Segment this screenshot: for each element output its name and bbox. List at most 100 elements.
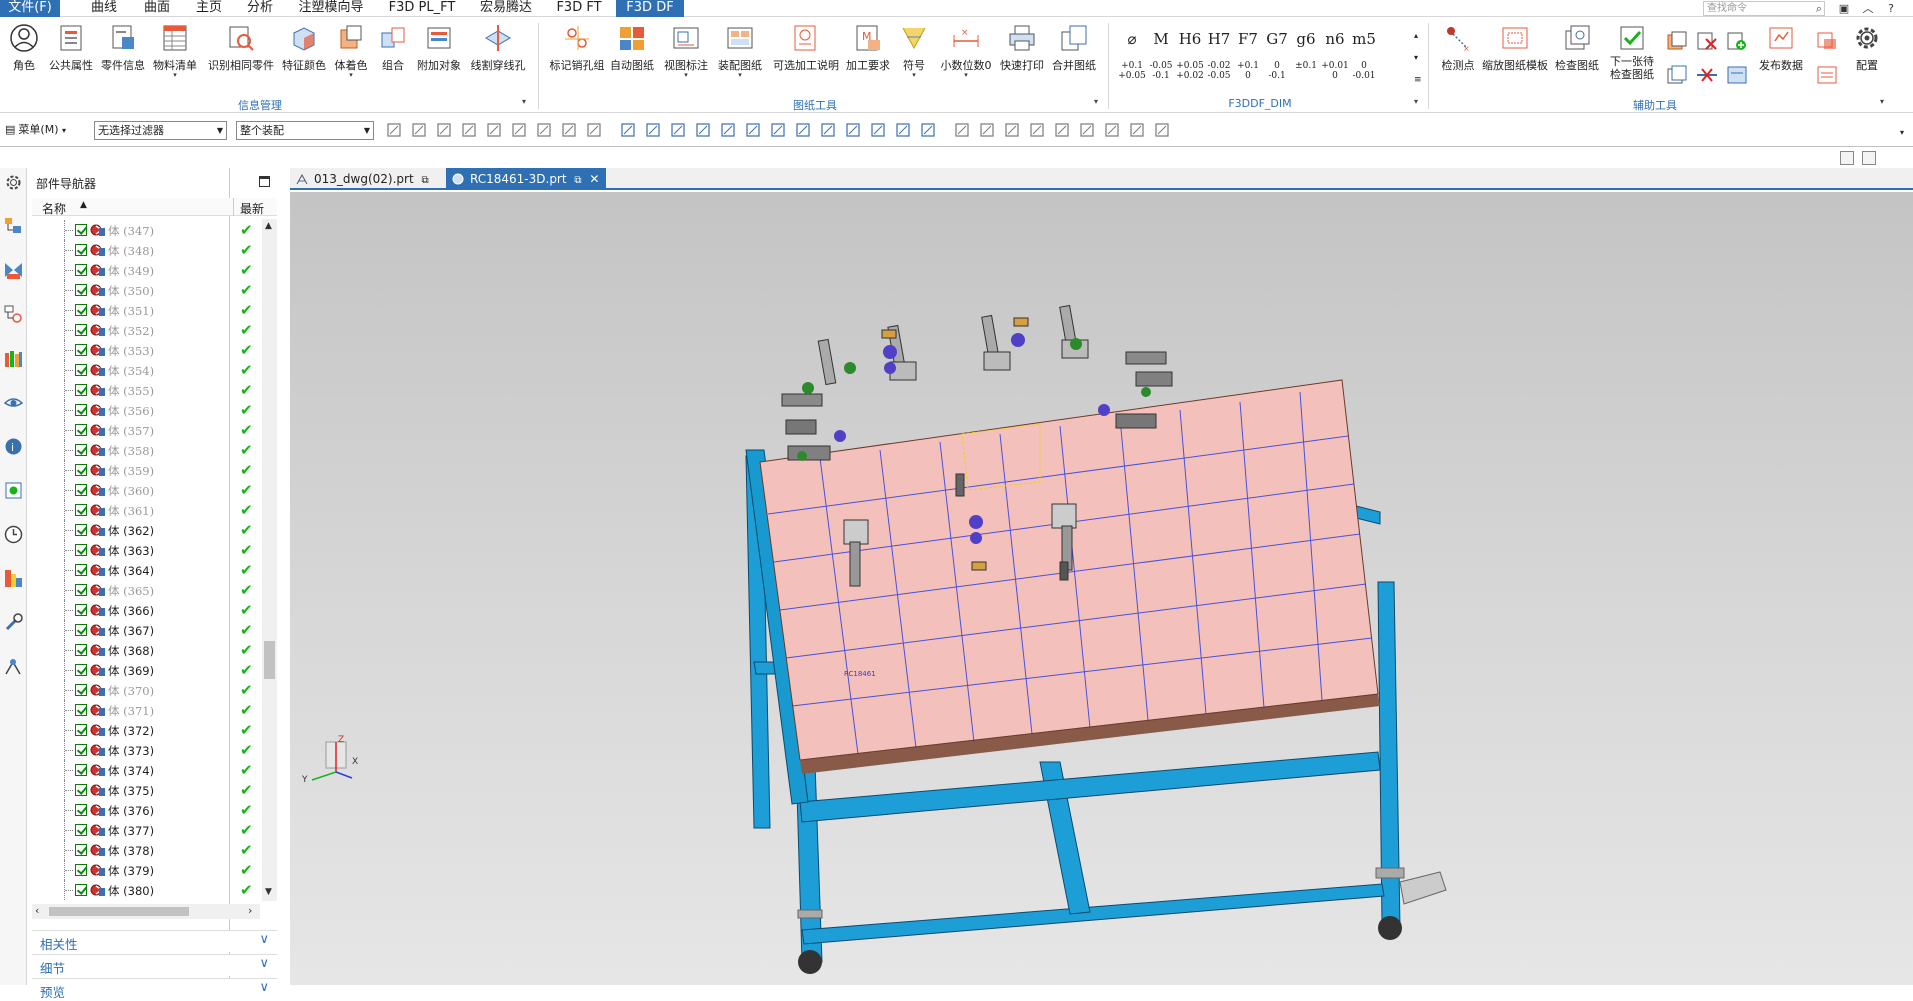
tree-row[interactable]: 体 (358) ✔ [32,440,262,460]
tree-row[interactable]: 体 (372) ✔ [32,720,262,740]
scroll-down-icon[interactable]: ▼ [265,887,272,897]
assembly-drawing-dropdown-icon[interactable]: ▾ [714,72,766,79]
drawing-list-icon[interactable] [1816,65,1838,85]
close-tab-icon[interactable]: ✕ [589,172,599,186]
view-annotation-dropdown-icon[interactable]: ▾ [660,72,712,79]
help-icon[interactable]: ? [1882,1,1900,16]
snap-tangent-icon[interactable] [870,122,886,138]
identify-same-parts-button[interactable]: 识别相同零件 [206,23,276,97]
symbol-button[interactable]: 符号 ▾ [896,23,932,97]
snap-line-icon[interactable] [670,122,686,138]
snap-perp-icon[interactable] [770,122,786,138]
visibility-checkbox[interactable] [75,384,87,396]
visibility-checkbox[interactable] [75,804,87,816]
snap-curve-icon[interactable] [695,122,711,138]
column-latest-header[interactable]: 最新 [240,200,264,217]
tools-wrench-icon[interactable] [3,612,24,633]
visibility-checkbox[interactable] [75,624,87,636]
part-navigator-icon[interactable] [3,304,24,325]
dim-group-expander-icon[interactable]: ▾ [1414,97,1418,106]
bom-button[interactable]: 物料清单 ▾ [150,23,200,97]
visibility-checkbox[interactable] [75,784,87,796]
visibility-checkbox[interactable] [75,664,87,676]
section-preview[interactable]: 预览 ∨ [32,978,277,1000]
view-triad[interactable]: Z Y X [301,735,358,785]
filter-icon[interactable] [461,122,477,138]
view-window-icon[interactable] [1840,151,1854,165]
common-attr-button[interactable]: 公共属性 [46,23,96,97]
collapse-ribbon-icon[interactable]: ︿ [1859,1,1877,16]
tree-row[interactable]: 体 (348) ✔ [32,240,262,260]
view-list-icon[interactable] [1079,122,1095,138]
tree-row[interactable]: 体 (366) ✔ [32,600,262,620]
role-button[interactable]: 角色 [2,23,46,97]
settings-gear-icon[interactable] [3,172,24,193]
visibility-checkbox[interactable] [75,704,87,716]
visibility-checkbox[interactable] [75,744,87,756]
drawing-blue-icon[interactable] [1726,65,1748,85]
decimal-places-dropdown-icon[interactable]: ▾ [936,72,996,79]
camera-icon[interactable] [979,122,995,138]
scroll-up-icon[interactable]: ▲ [265,221,272,231]
scroll-right-icon[interactable]: › [248,904,252,917]
visibility-checkbox[interactable] [75,344,87,356]
column-name-header[interactable]: 名称 [42,200,66,217]
orient-icon[interactable] [1029,122,1045,138]
next-drawing-button[interactable]: 下一张待 检查图纸 [1604,23,1660,97]
visibility-checkbox[interactable] [75,424,87,436]
wireframe-icon[interactable] [586,122,602,138]
menu-mold-wizard[interactable]: 注塑模向导 [292,0,370,17]
history-clock-icon[interactable] [3,524,24,545]
drawing-group-expander-icon[interactable]: ▾ [1094,97,1098,106]
visibility-checkbox[interactable] [75,864,87,876]
refresh-icon[interactable] [1004,122,1020,138]
view-manager-icon[interactable] [3,392,24,413]
symbol-dropdown-icon[interactable]: ▾ [896,72,932,79]
navigator-vertical-scrollbar[interactable]: ▲ ▼ [262,219,277,901]
dim-more-icon[interactable]: ≡ [1414,75,1422,85]
visibility-checkbox[interactable] [75,284,87,296]
visibility-checkbox[interactable] [75,444,87,456]
visibility-checkbox[interactable] [75,504,87,516]
visibility-checkbox[interactable] [75,224,87,236]
selection-scope-dropdown[interactable]: 整个装配 ▼ [236,121,374,140]
visibility-checkbox[interactable] [75,564,87,576]
snap-face-icon[interactable] [895,122,911,138]
menu-file[interactable]: 文件(F) [0,0,60,17]
drawing-stack-icon[interactable] [1666,31,1688,51]
toolbar-overflow-icon[interactable]: ▾ [1900,128,1904,137]
tree-row[interactable]: 体 (365) ✔ [32,580,262,600]
tree-row[interactable]: 体 (378) ✔ [32,840,262,860]
visibility-checkbox[interactable] [75,724,87,736]
dim-scroll-down-icon[interactable]: ▾ [1414,53,1418,62]
window-restore-icon[interactable]: ▣ [1835,1,1853,16]
check-drawing-button[interactable]: 检查图纸 [1552,23,1602,97]
tree-row[interactable]: 体 (356) ✔ [32,400,262,420]
combine-button[interactable]: 组合 [374,23,412,97]
tree-row[interactable]: 体 (355) ✔ [32,380,262,400]
select-all-icon[interactable] [386,122,402,138]
tree-row[interactable]: 体 (361) ✔ [32,500,262,520]
tree-row[interactable]: 体 (377) ✔ [32,820,262,840]
graphics-viewport[interactable]: RC18461 Z Y X [290,192,1913,985]
visibility-checkbox[interactable] [75,544,87,556]
auto-drawing-button[interactable]: 自动图纸 [608,23,656,97]
view-fit-icon[interactable] [1862,151,1876,165]
delete-drawing-icon[interactable] [1696,31,1718,51]
publish-data-button[interactable]: 发布数据 [1756,23,1806,97]
visibility-checkbox[interactable] [75,524,87,536]
constraint-navigator-icon[interactable] [3,260,24,281]
assembly-navigator-icon[interactable] [3,216,24,237]
zoom-fit-icon[interactable] [954,122,970,138]
column-divider[interactable] [233,198,234,216]
scale-template-button[interactable]: 缩放图纸模板 [1480,23,1550,97]
visibility-checkbox[interactable] [75,264,87,276]
tree-row[interactable]: 体 (353) ✔ [32,340,262,360]
lasso-icon[interactable] [536,122,552,138]
snap-end-icon[interactable] [620,122,636,138]
sort-ascending-icon[interactable]: ▲ [80,200,87,210]
menu-hongyi[interactable]: 宏易腾达 [474,0,538,17]
snap-point-icon[interactable] [411,122,427,138]
visibility-checkbox[interactable] [75,844,87,856]
wire-cut-hole-button[interactable]: 线割穿线孔 [468,23,528,97]
